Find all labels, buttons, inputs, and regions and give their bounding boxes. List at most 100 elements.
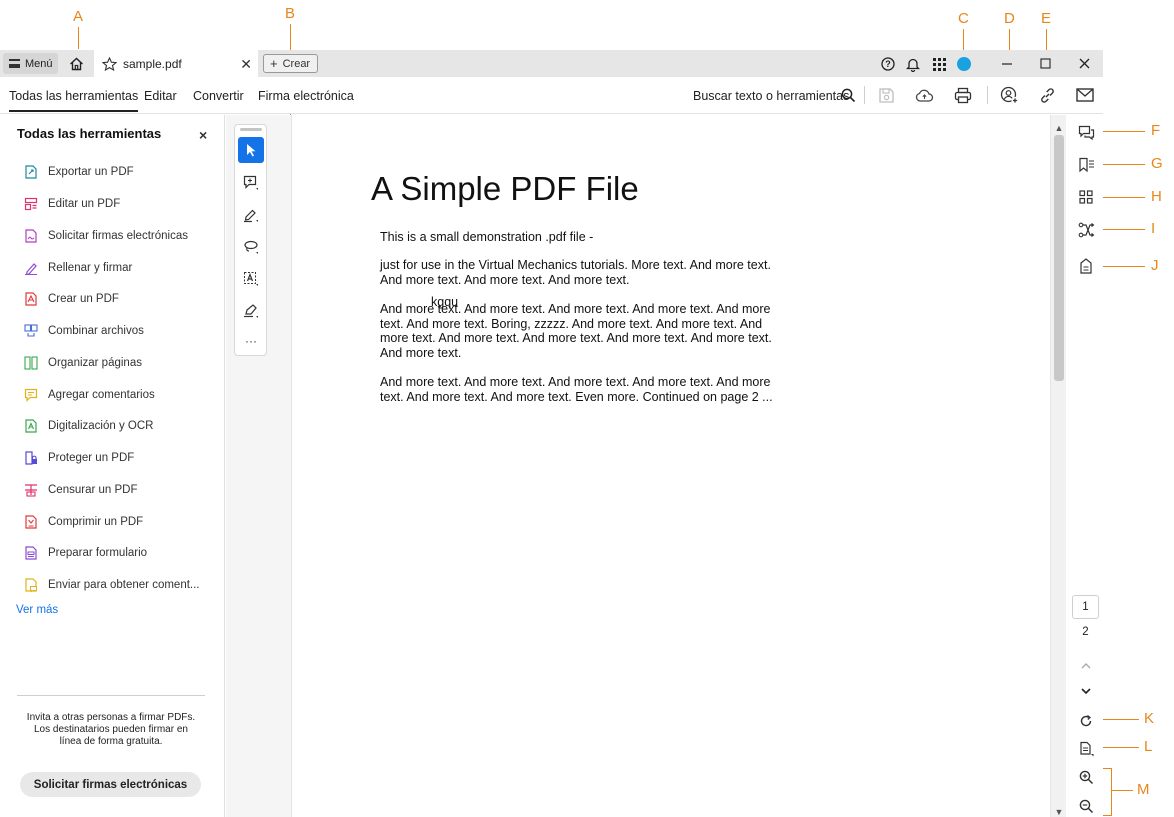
doc-paragraph-2: just for use in the Virtual Mechanics tu… [380, 258, 771, 287]
thumbnails-panel-button[interactable] [1076, 187, 1096, 207]
callout-g-line [1097, 164, 1145, 165]
tool-compress-pdf[interactable]: Comprimir un PDF [24, 512, 143, 532]
tool-fill-sign[interactable]: Rellenar y firmar [24, 258, 132, 278]
home-button[interactable] [64, 53, 88, 74]
tab-close-icon[interactable]: ✕ [240, 56, 252, 73]
star-icon[interactable] [102, 56, 117, 71]
tool-protect-pdf[interactable]: Proteger un PDF [24, 448, 134, 468]
select-tool-button[interactable] [238, 137, 264, 163]
share-user-icon[interactable] [999, 85, 1019, 105]
tool-export-pdf[interactable]: Exportar un PDF [24, 162, 134, 182]
tool-organize-pages[interactable]: Organizar páginas [24, 353, 142, 373]
callout-a-line [78, 27, 79, 49]
more-tools-button[interactable]: ··· [238, 328, 264, 354]
comments-panel-button[interactable] [1076, 123, 1096, 143]
draw-tool-button[interactable] [238, 234, 264, 260]
document-viewer[interactable]: A Simple PDF File This is a small demons… [293, 115, 1037, 817]
tag-document-icon [1080, 258, 1092, 274]
tool-edit-pdf[interactable]: Editar un PDF [24, 194, 120, 214]
callout-f: F [1151, 122, 1161, 139]
bell-icon[interactable] [904, 55, 922, 73]
scroll-down-arrow[interactable]: ▼ [1054, 807, 1064, 817]
callout-e: E [1041, 10, 1052, 27]
tool-combine-files[interactable]: Combinar archivos [24, 321, 144, 341]
callout-f-line [1097, 131, 1145, 132]
tool-label: Combinar archivos [48, 325, 144, 337]
invite-line-2: Los destinatarios pueden firmar en línea… [34, 724, 188, 747]
zoom-out-button[interactable] [1076, 796, 1096, 816]
rotate-button[interactable] [1076, 711, 1096, 731]
tool-label: Digitalización y OCR [48, 420, 154, 432]
close-window-button[interactable] [1072, 53, 1096, 74]
doc-paragraph-4: And more text. And more text. And more t… [380, 375, 773, 404]
tool-redact-pdf[interactable]: Censurar un PDF [24, 480, 137, 500]
tab-edit[interactable]: Editar [144, 89, 177, 103]
zoom-out-icon [1079, 799, 1093, 813]
maximize-button[interactable] [1033, 53, 1057, 74]
tool-create-pdf[interactable]: Crear un PDF [24, 289, 119, 309]
main-toolbar: Todas las herramientas Editar Convertir … [0, 77, 1103, 114]
search-label[interactable]: Buscar texto o herramientas [693, 89, 849, 103]
vertical-scrollbar[interactable]: ▲ ▼ [1050, 115, 1066, 817]
sign-tool-button[interactable] [238, 298, 264, 324]
order-panel-button[interactable] [1076, 220, 1096, 240]
tab-convert[interactable]: Convertir [193, 89, 244, 103]
callout-m-line-h [1111, 790, 1133, 791]
minimize-button[interactable] [995, 53, 1019, 74]
callout-j: J [1151, 257, 1159, 274]
attachments-panel-button[interactable] [1076, 256, 1096, 276]
bookmarks-panel-button[interactable] [1076, 155, 1096, 175]
tool-label: Preparar formulario [48, 547, 148, 559]
scan-ocr-icon [24, 419, 38, 433]
tool-label: Crear un PDF [48, 293, 119, 305]
tab-all-tools[interactable]: Todas las herramientas [9, 89, 139, 112]
tool-add-comments[interactable]: Agregar comentarios [24, 385, 155, 405]
save-icon[interactable] [876, 85, 896, 105]
scroll-up-arrow[interactable]: ▲ [1054, 123, 1064, 133]
tool-scan-ocr[interactable]: Digitalización y OCR [24, 416, 153, 436]
avatar[interactable] [957, 57, 971, 71]
print-icon[interactable] [953, 85, 973, 105]
export-pdf-icon [24, 165, 38, 179]
create-label: Crear [282, 57, 311, 70]
see-more-link[interactable]: Ver más [16, 604, 58, 616]
tool-label: Comprimir un PDF [48, 516, 144, 528]
cloud-upload-icon[interactable] [914, 85, 934, 105]
help-icon[interactable]: ? [879, 55, 897, 73]
tool-prepare-form[interactable]: Preparar formulario [24, 543, 147, 563]
email-icon[interactable] [1075, 85, 1095, 105]
link-icon[interactable] [1037, 85, 1057, 105]
maximize-icon [1039, 58, 1051, 69]
page-display-button[interactable] [1076, 739, 1096, 759]
request-signatures-button[interactable]: Solicitar firmas electrónicas [20, 772, 201, 797]
request-signature-icon [24, 229, 38, 243]
document-tab[interactable]: sample.pdf ✕ [94, 50, 258, 77]
search-icon[interactable] [838, 85, 858, 105]
callout-k-line [1097, 719, 1139, 720]
panel-close-icon[interactable]: × [199, 127, 207, 143]
comments-icon [1078, 125, 1094, 141]
hamburger-icon [9, 59, 20, 68]
scroll-thumb[interactable] [1054, 135, 1064, 381]
close-icon [1079, 58, 1089, 69]
current-page-field[interactable]: 1 [1072, 595, 1099, 619]
tool-label: Censurar un PDF [48, 484, 138, 496]
page-view-icon [1079, 741, 1093, 757]
create-button[interactable]: + Crear [263, 54, 318, 73]
highlight-tool-button[interactable] [238, 202, 264, 228]
doc-overlay-text: kgqu [431, 295, 459, 309]
next-page-button[interactable] [1076, 681, 1096, 701]
menu-button[interactable]: Menú [3, 53, 58, 74]
drag-handle[interactable] [240, 128, 262, 131]
comment-tool-button[interactable] [238, 170, 264, 196]
apps-grid-icon[interactable] [930, 55, 948, 73]
document-title: A Simple PDF File [371, 170, 639, 207]
text-tool-button[interactable] [238, 266, 264, 292]
previous-page-button[interactable] [1076, 655, 1096, 675]
tab-e-signature[interactable]: Firma electrónica [258, 89, 354, 103]
zoom-in-button[interactable] [1076, 767, 1096, 787]
tool-request-signatures[interactable]: Solicitar firmas electrónicas [24, 226, 188, 246]
tool-send-for-comments[interactable]: Enviar para obtener coment... [24, 575, 200, 595]
tool-label: Organizar páginas [48, 357, 142, 369]
create-pdf-icon [24, 292, 38, 306]
